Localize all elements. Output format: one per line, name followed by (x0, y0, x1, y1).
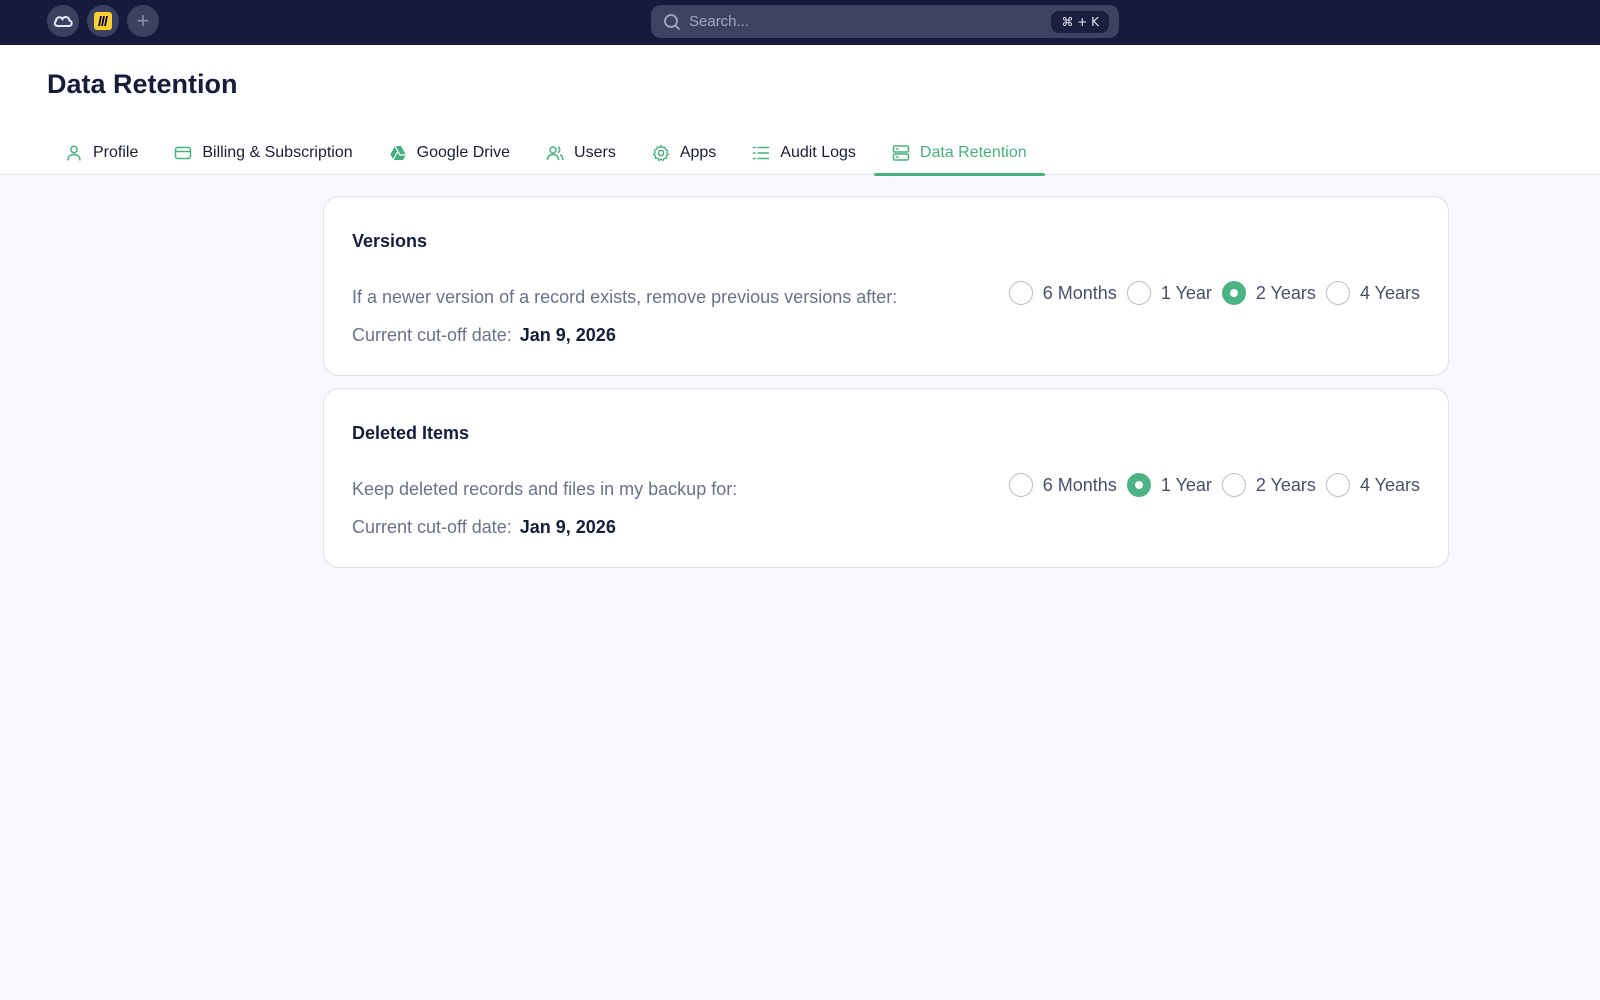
miro-logo-icon (94, 12, 112, 30)
page-header: Data Retention Profile Billing & Subscri… (0, 45, 1600, 176)
cutoff-date: Jan 9, 2026 (519, 325, 616, 345)
option-label: 2 Years (1255, 474, 1316, 495)
option-label: 4 Years (1359, 474, 1420, 495)
deleted-option-2-years[interactable]: 2 Years (1221, 473, 1316, 497)
versions-option-4-years[interactable]: 4 Years (1325, 281, 1420, 305)
versions-radio-group: 6 Months 1 Year 2 Years 4 Years (1008, 281, 1420, 305)
gear-icon (652, 144, 669, 162)
tab-label: Billing & Subscription (202, 144, 353, 161)
cloud-icon (53, 16, 73, 27)
card-title: Deleted Items (352, 423, 470, 443)
radio-button[interactable] (1325, 473, 1350, 497)
option-label: 6 Months (1042, 282, 1117, 303)
users-icon (546, 146, 564, 161)
tab-label: Data Retention (919, 144, 1027, 161)
versions-card: Versions If a newer version of a record … (323, 196, 1449, 376)
search-input[interactable] (689, 13, 1052, 30)
page-title: Data Retention (47, 69, 238, 99)
tab-users[interactable]: Users (528, 131, 634, 175)
cutoff-label: Current cut-off date: (352, 325, 512, 345)
option-label: 2 Years (1255, 282, 1316, 303)
cutoff-label: Current cut-off date: (352, 517, 512, 537)
tab-label: Apps (679, 144, 717, 161)
cutoff-date: Jan 9, 2026 (519, 517, 616, 537)
search-shortcut-badge: ⌘ + K (1051, 10, 1109, 33)
server-icon (892, 145, 910, 161)
radio-button[interactable] (1008, 281, 1033, 305)
versions-option-1-year[interactable]: 1 Year (1126, 281, 1212, 305)
cloud-app-button[interactable] (47, 5, 79, 37)
search-bar[interactable]: ⌘ + K (651, 5, 1119, 38)
tab-billing[interactable]: Billing & Subscription (156, 131, 370, 175)
google-drive-icon (389, 145, 406, 162)
deleted-option-4-years[interactable]: 4 Years (1325, 473, 1420, 497)
list-icon (752, 146, 770, 160)
radio-button[interactable] (1008, 473, 1033, 497)
cutoff-row: Current cut-off date: Jan 9, 2026 (352, 517, 616, 538)
radio-button[interactable] (1325, 281, 1350, 305)
tab-label: Audit Logs (780, 144, 856, 161)
card-description: Keep deleted records and files in my bac… (352, 479, 738, 499)
add-app-button[interactable]: + (127, 5, 159, 37)
cutoff-row: Current cut-off date: Jan 9, 2026 (352, 325, 616, 346)
tab-google-drive[interactable]: Google Drive (371, 131, 528, 175)
radio-button[interactable] (1221, 473, 1246, 497)
plus-icon: + (136, 8, 150, 33)
radio-button-selected[interactable] (1221, 281, 1246, 305)
deleted-radio-group: 6 Months 1 Year 2 Years 4 Years (1008, 473, 1420, 497)
card-description: If a newer version of a record exists, r… (352, 287, 898, 307)
tab-label: Users (574, 144, 616, 161)
top-bar: + ⌘ + K (0, 0, 1600, 45)
user-icon (67, 145, 81, 161)
card-title: Versions (352, 231, 428, 251)
radio-button-selected[interactable] (1126, 473, 1151, 497)
deleted-items-card: Deleted Items Keep deleted records and f… (323, 388, 1449, 568)
credit-card-icon (175, 146, 192, 160)
tab-audit-logs[interactable]: Audit Logs (734, 131, 874, 175)
option-label: 1 Year (1160, 474, 1212, 495)
settings-tabs: Profile Billing & Subscription Google Dr… (47, 131, 1045, 176)
search-icon (664, 13, 680, 30)
tab-profile[interactable]: Profile (47, 131, 156, 175)
option-label: 4 Years (1359, 282, 1420, 303)
deleted-option-6-months[interactable]: 6 Months (1008, 473, 1117, 497)
tab-label: Google Drive (416, 144, 511, 161)
versions-option-2-years[interactable]: 2 Years (1221, 281, 1316, 305)
tab-label: Profile (93, 144, 139, 161)
radio-button[interactable] (1126, 281, 1151, 305)
versions-option-6-months[interactable]: 6 Months (1008, 281, 1117, 305)
option-label: 6 Months (1042, 474, 1117, 495)
option-label: 1 Year (1160, 282, 1212, 303)
tab-data-retention[interactable]: Data Retention (873, 131, 1045, 176)
deleted-option-1-year[interactable]: 1 Year (1126, 473, 1212, 497)
tab-apps[interactable]: Apps (634, 131, 734, 175)
miro-app-button[interactable] (87, 5, 119, 37)
